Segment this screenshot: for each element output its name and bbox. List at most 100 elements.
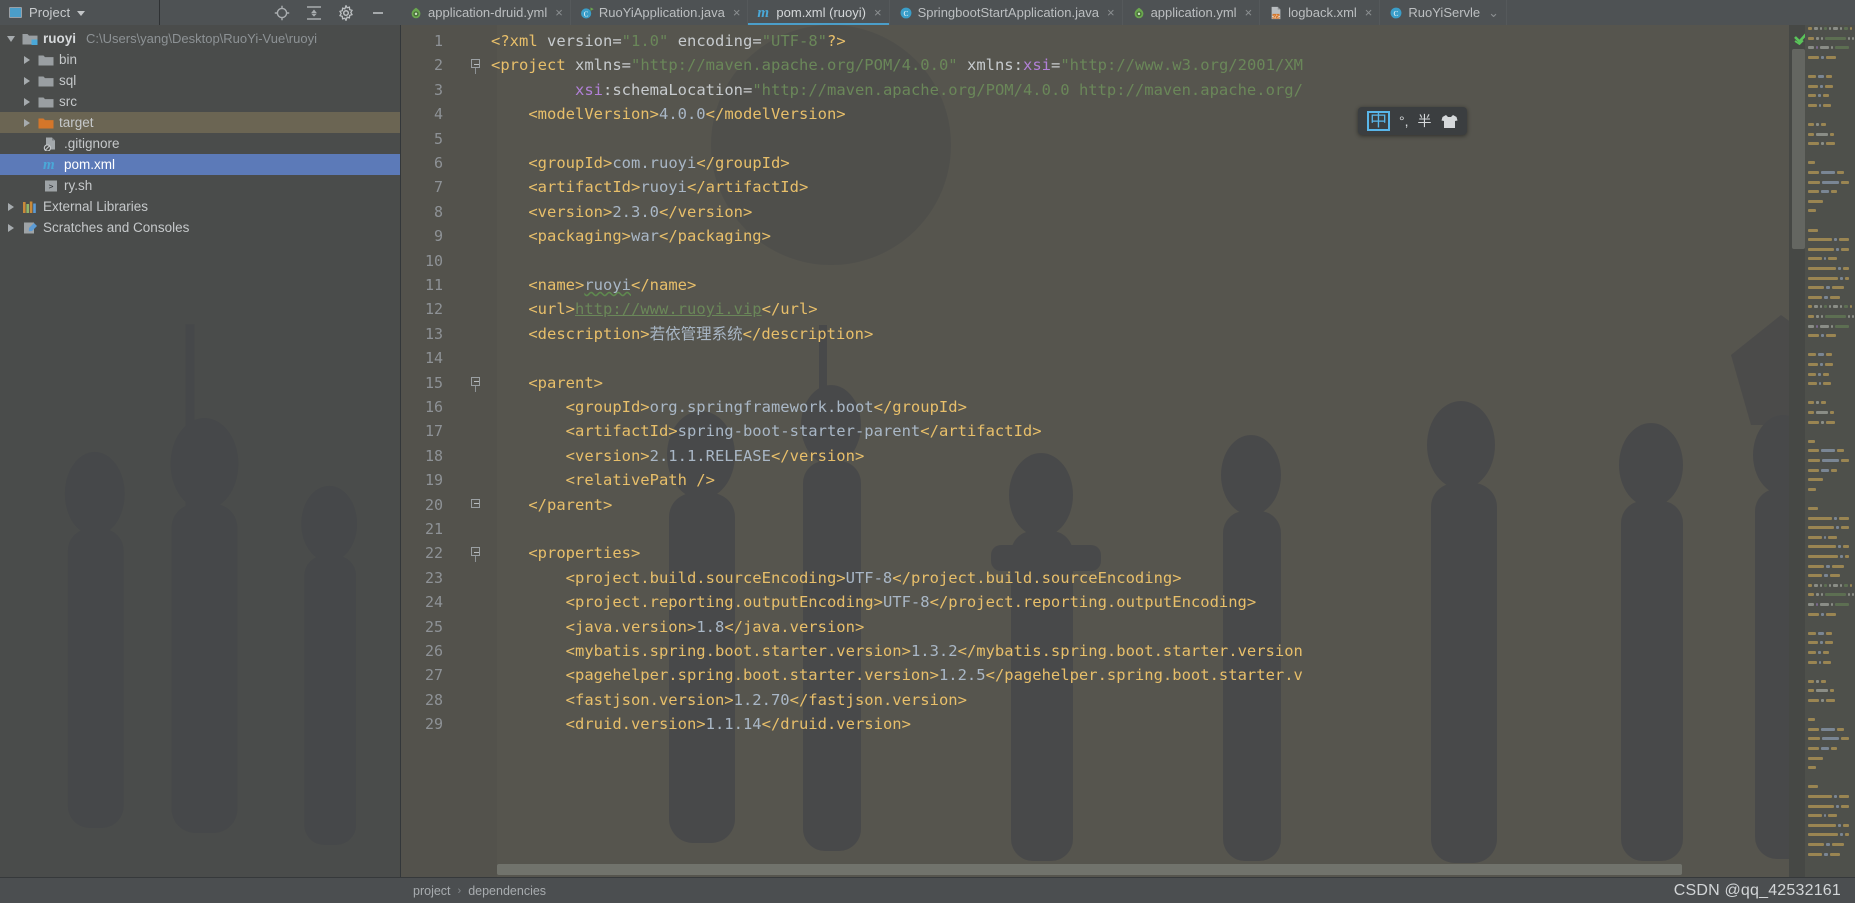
code-line[interactable]: <?xml version="1.0" encoding="UTF-8"?> (491, 29, 846, 53)
code-line[interactable]: <artifactId>ruoyi</artifactId> (491, 175, 808, 199)
line-number[interactable]: 27 (401, 663, 445, 687)
tree-node-ruoyi[interactable]: ruoyi C:\Users\yang\Desktop\RuoYi-Vue\ruo… (0, 28, 400, 49)
ime-skin-shirt-icon[interactable] (1441, 114, 1458, 129)
chevron-down-icon[interactable] (77, 11, 86, 16)
line-number[interactable]: 24 (401, 590, 445, 614)
editor-tab-logback-xml[interactable]: </> logback.xml × (1260, 0, 1381, 25)
breadcrumb-item-dependencies[interactable]: dependencies (468, 884, 546, 898)
close-icon[interactable]: × (1107, 6, 1115, 19)
chevron-right-icon[interactable] (20, 118, 33, 127)
code-line[interactable]: <url>http://www.ruoyi.vip</url> (491, 297, 817, 321)
line-number[interactable]: 23 (401, 566, 445, 590)
collapse-all-icon[interactable] (306, 5, 322, 21)
editor-tab-springbootstartapplication-java[interactable]: C SpringbootStartApplication.java × (890, 0, 1123, 25)
code-line[interactable]: <pagehelper.spring.boot.starter.version>… (491, 663, 1303, 687)
vertical-scrollbar-thumb[interactable] (1792, 49, 1805, 249)
tree-node-external-libraries[interactable]: External Libraries (0, 196, 400, 217)
project-panel-header[interactable]: Project (0, 0, 160, 25)
editor-gutter[interactable]: 1 2 3 4 5 6 7 8 9 10 11 12 13 14 15 16 17 18 19 20 21 22 23 24 2… (401, 25, 491, 877)
line-number[interactable]: 6 (401, 151, 445, 175)
fold-region-icon[interactable] (471, 376, 482, 392)
code-text-area[interactable]: <?xml version="1.0" encoding="UTF-8"?> <p… (491, 25, 1855, 877)
locate-icon[interactable] (274, 5, 290, 21)
fold-end-icon[interactable] (471, 498, 482, 510)
horizontal-scrollbar-thumb[interactable] (497, 864, 1682, 875)
close-icon[interactable]: × (733, 6, 741, 19)
line-number[interactable]: 5 (401, 127, 445, 151)
code-line[interactable]: <druid.version>1.1.14</druid.version> (491, 712, 911, 736)
code-line[interactable]: <properties> (491, 541, 640, 565)
code-line[interactable]: <modelVersion>4.0.0</modelVersion> (491, 102, 845, 126)
chevron-right-icon[interactable] (4, 223, 17, 232)
ime-language-bar[interactable]: 中 °, 半 (1358, 107, 1467, 135)
line-number[interactable]: 22 (401, 541, 445, 565)
line-number[interactable]: 28 (401, 688, 445, 712)
line-number[interactable]: 3 (401, 78, 445, 102)
editor-right-gutter[interactable] (1789, 25, 1855, 877)
minimize-icon[interactable] (370, 5, 386, 21)
tree-node-scratches-and-consoles[interactable]: Scratches and Consoles (0, 217, 400, 238)
code-line[interactable]: <name>ruoyi</name> (491, 273, 696, 297)
line-number[interactable]: 25 (401, 615, 445, 639)
gear-icon[interactable] (338, 4, 354, 21)
code-line[interactable]: <version>2.1.1.RELEASE</version> (491, 444, 865, 468)
chevron-right-icon[interactable] (20, 55, 33, 64)
chevron-down-icon[interactable] (4, 35, 17, 42)
tree-node-ry-sh[interactable]: > ry.sh (0, 175, 400, 196)
line-number[interactable]: 13 (401, 322, 445, 346)
ime-mode-chinese-icon[interactable]: 中 (1367, 111, 1390, 131)
code-line[interactable]: <java.version>1.8</java.version> (491, 615, 865, 639)
chevron-right-icon[interactable] (20, 97, 33, 106)
close-icon[interactable]: × (1245, 6, 1253, 19)
tree-node-src[interactable]: src (0, 91, 400, 112)
line-number[interactable]: 19 (401, 468, 445, 492)
line-number[interactable]: 17 (401, 419, 445, 443)
code-line[interactable]: <fastjson.version>1.2.70</fastjson.versi… (491, 688, 967, 712)
ime-halfwidth-icon[interactable]: 半 (1418, 111, 1432, 131)
code-line[interactable]: <groupId>com.ruoyi</groupId> (491, 151, 789, 175)
editor-tab-pom-xml-ruoyi[interactable]: m pom.xml (ruoyi) × (748, 0, 890, 25)
close-icon[interactable]: × (555, 6, 563, 19)
code-line[interactable]: <packaging>war</packaging> (491, 224, 771, 248)
chevron-down-icon[interactable]: ⌄ (1488, 6, 1499, 19)
code-line[interactable]: <groupId>org.springframework.boot</group… (491, 395, 967, 419)
tree-node-bin[interactable]: bin (0, 49, 400, 70)
line-number[interactable]: 16 (401, 395, 445, 419)
line-number[interactable]: 29 (401, 712, 445, 736)
breadcrumb-item-project[interactable]: project (413, 884, 451, 898)
tree-node-sql[interactable]: sql (0, 70, 400, 91)
line-number[interactable]: 18 (401, 444, 445, 468)
line-number[interactable]: 20 (401, 493, 445, 517)
line-number[interactable]: 21 (401, 517, 445, 541)
tree-node-target[interactable]: target (0, 112, 400, 133)
line-number[interactable]: 8 (401, 200, 445, 224)
line-number[interactable]: 7 (401, 175, 445, 199)
chevron-right-icon[interactable] (4, 202, 17, 211)
editor-tab-application-druid-yml[interactable]: application-druid.yml × (400, 0, 571, 25)
line-number[interactable]: 26 (401, 639, 445, 663)
code-line[interactable]: <artifactId>spring-boot-starter-parent</… (491, 419, 1042, 443)
line-number[interactable]: 14 (401, 346, 445, 370)
chevron-right-icon[interactable] (20, 76, 33, 85)
fold-region-icon[interactable] (471, 59, 482, 75)
editor-tab-application-yml[interactable]: application.yml × (1123, 0, 1261, 25)
code-line[interactable]: <mybatis.spring.boot.starter.version>1.3… (491, 639, 1303, 663)
code-line[interactable]: <project xmlns="http://maven.apache.org/… (491, 53, 1303, 77)
line-number[interactable]: 1 (401, 29, 445, 53)
code-line[interactable]: <project.reporting.outputEncoding>UTF-8<… (491, 590, 1257, 614)
line-number[interactable]: 15 (401, 371, 445, 395)
tree-node-gitignore[interactable]: .gitignore (0, 133, 400, 154)
fold-region-icon[interactable] (471, 547, 482, 563)
ime-punctuation-icon[interactable]: °, (1399, 113, 1409, 129)
line-number[interactable]: 4 (401, 102, 445, 126)
close-icon[interactable]: × (1365, 6, 1373, 19)
line-number[interactable]: 12 (401, 297, 445, 321)
close-icon[interactable]: × (874, 6, 882, 19)
editor-tab-ruoyiapplication-java[interactable]: C RuoYiApplication.java × (571, 0, 749, 25)
code-line[interactable]: <parent> (491, 371, 603, 395)
code-editor[interactable]: 1 2 3 4 5 6 7 8 9 10 11 12 13 14 15 16 17 18 19 20 21 22 23 24 2… (401, 25, 1855, 877)
code-line[interactable]: <version>2.3.0</version> (491, 200, 752, 224)
horizontal-scrollbar[interactable] (497, 864, 1785, 875)
code-line[interactable]: <project.build.sourceEncoding>UTF-8</pro… (491, 566, 1182, 590)
line-number[interactable]: 10 (401, 249, 445, 273)
